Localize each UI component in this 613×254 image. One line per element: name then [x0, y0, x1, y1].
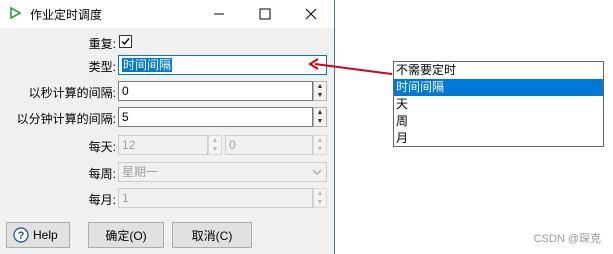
- window-divider: [334, 0, 335, 254]
- weekly-label: 每周:: [88, 167, 116, 181]
- weekly-value: 星期一: [122, 165, 159, 179]
- daily-minute-spinner[interactable]: ▲ ▼: [313, 135, 327, 155]
- type-dropdown-list: 不需要定时 时间间隔 天 周 月: [393, 61, 604, 147]
- window-title: 作业定时调度: [30, 8, 103, 22]
- title-bar: 作业定时调度: [0, 0, 334, 28]
- help-label: Help: [33, 228, 58, 242]
- check-icon: [121, 38, 130, 46]
- weekly-select[interactable]: 星期一: [118, 162, 327, 182]
- minutes-interval-label: 以分钟计算的间隔:: [16, 112, 116, 126]
- spin-down-icon[interactable]: ▼: [314, 198, 326, 207]
- chevron-down-icon: [312, 169, 322, 175]
- monthly-spinner[interactable]: ▲ ▼: [313, 188, 327, 208]
- dropdown-option-selected[interactable]: 时间间隔: [394, 79, 603, 96]
- type-label: 类型:: [88, 60, 116, 74]
- minimize-icon: [214, 13, 224, 15]
- daily-hour-spinner[interactable]: ▲ ▼: [208, 135, 222, 155]
- minutes-interval-input[interactable]: 5: [118, 107, 313, 127]
- repeat-label: 重复:: [88, 37, 116, 51]
- type-value: 时间间隔: [122, 58, 173, 72]
- svg-text:?: ?: [18, 230, 25, 242]
- ok-button[interactable]: 确定(O): [88, 222, 164, 248]
- spin-up-icon[interactable]: ▲: [314, 189, 326, 198]
- spin-down-icon[interactable]: ▼: [314, 145, 326, 154]
- spin-down-icon[interactable]: ▼: [314, 117, 326, 126]
- help-button[interactable]: ? Help: [6, 222, 70, 248]
- help-icon: ?: [13, 227, 29, 243]
- close-button[interactable]: [290, 0, 332, 28]
- daily-minute-input[interactable]: 0: [225, 135, 313, 155]
- maximize-button[interactable]: [244, 0, 286, 28]
- ok-label: 确定(O): [105, 228, 147, 243]
- spin-up-icon[interactable]: ▲: [209, 136, 221, 145]
- dropdown-option[interactable]: 月: [394, 130, 603, 147]
- cancel-label: 取消(C): [191, 228, 233, 243]
- spin-up-icon[interactable]: ▲: [314, 108, 326, 117]
- dropdown-option[interactable]: 不需要定时: [394, 62, 603, 79]
- monthly-input[interactable]: 1: [118, 188, 313, 208]
- dropdown-option[interactable]: 周: [394, 113, 603, 130]
- spin-down-icon[interactable]: ▼: [314, 91, 326, 100]
- dropdown-option[interactable]: 天: [394, 96, 603, 113]
- spin-up-icon[interactable]: ▲: [314, 136, 326, 145]
- play-icon: [10, 6, 22, 20]
- monthly-label: 每月:: [88, 193, 116, 207]
- daily-hour-input[interactable]: 12: [118, 135, 208, 155]
- spin-down-icon[interactable]: ▼: [209, 145, 221, 154]
- seconds-interval-input[interactable]: 0: [118, 81, 313, 101]
- cancel-button[interactable]: 取消(C): [172, 222, 252, 248]
- daily-label: 每天:: [88, 140, 116, 154]
- type-field[interactable]: 时间间隔: [118, 55, 327, 75]
- seconds-interval-label: 以秒计算的间隔:: [28, 86, 116, 100]
- repeat-checkbox[interactable]: [119, 35, 132, 48]
- close-icon: [305, 8, 317, 20]
- minimize-button[interactable]: [198, 0, 240, 28]
- minutes-spinner[interactable]: ▲ ▼: [313, 107, 327, 127]
- job-schedule-dialog: 作业定时调度 重复: 类型: 时间间隔 以秒计算的间隔: 0 ▲ ▼ 以分钟计算…: [0, 0, 334, 254]
- maximize-icon: [259, 8, 271, 20]
- watermark: CSDN @琛克: [533, 233, 601, 245]
